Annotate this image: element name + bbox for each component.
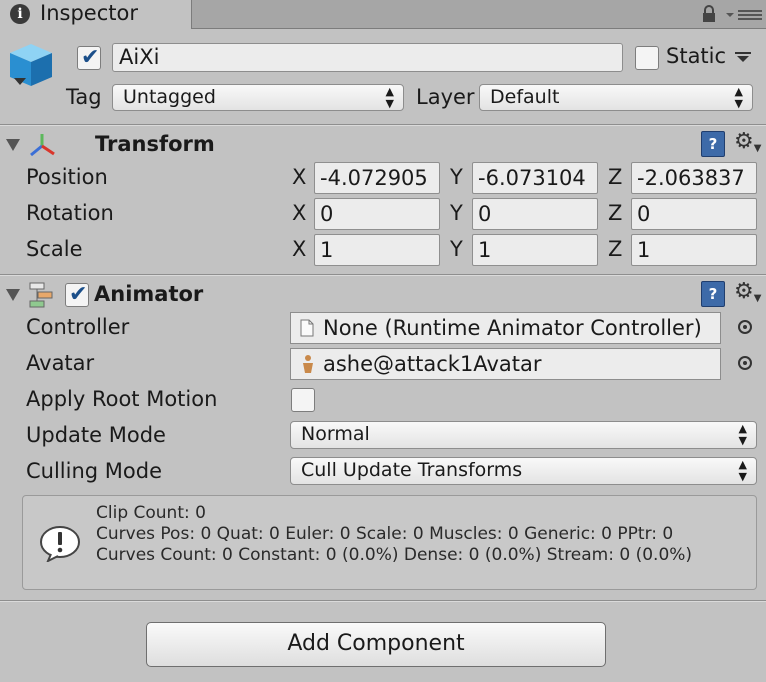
axis-z-label: Z bbox=[608, 201, 623, 225]
controller-value: None (Runtime Animator Controller) bbox=[323, 316, 702, 340]
position-z-field[interactable]: -2.063837 bbox=[631, 162, 757, 194]
layer-dropdown[interactable]: Default ▲ ▼ bbox=[479, 84, 753, 111]
animator-foldout-icon[interactable] bbox=[6, 288, 20, 302]
add-component-button[interactable]: Add Component bbox=[146, 622, 606, 667]
active-checkbox[interactable]: ✔ bbox=[77, 46, 101, 70]
axis-x-label: X bbox=[292, 165, 307, 189]
axis-y-label: Y bbox=[450, 165, 463, 189]
animator-info-box: Clip Count: 0 Curves Pos: 0 Quat: 0 Eule… bbox=[22, 495, 757, 590]
scale-y-field[interactable]: 1 bbox=[472, 234, 598, 266]
culling-mode-label: Culling Mode bbox=[26, 459, 163, 483]
axis-x-label: X bbox=[292, 237, 307, 261]
object-name-text: AiXi bbox=[119, 45, 160, 69]
animator-title: Animator bbox=[94, 282, 204, 306]
layer-value: Default bbox=[490, 86, 560, 108]
object-picker-icon[interactable] bbox=[738, 320, 752, 334]
position-y-field[interactable]: -6.073104 bbox=[472, 162, 598, 194]
transform-title: Transform bbox=[95, 132, 215, 156]
update-mode-value: Normal bbox=[301, 423, 370, 445]
axis-z-label: Z bbox=[608, 237, 623, 261]
scale-z-field[interactable]: 1 bbox=[631, 234, 757, 266]
gear-icon[interactable]: ⚙▼ bbox=[734, 129, 761, 154]
controller-field[interactable]: None (Runtime Animator Controller) bbox=[290, 312, 721, 344]
info-line: Clip Count: 0 bbox=[96, 503, 206, 523]
tag-dropdown[interactable]: Untagged ▲ ▼ bbox=[112, 84, 404, 111]
dropdown-arrows-icon: ▲ ▼ bbox=[385, 85, 394, 110]
rotation-z-field[interactable]: 0 bbox=[631, 198, 757, 230]
apply-root-motion-checkbox[interactable] bbox=[291, 388, 315, 412]
update-mode-label: Update Mode bbox=[26, 423, 166, 447]
object-name-input[interactable]: AiXi bbox=[112, 43, 623, 72]
tab-title: Inspector bbox=[40, 1, 138, 25]
object-picker-icon[interactable] bbox=[738, 356, 752, 370]
controller-label: Controller bbox=[26, 315, 130, 339]
avatar-icon bbox=[303, 355, 313, 373]
apply-root-motion-label: Apply Root Motion bbox=[26, 387, 218, 411]
rotation-label: Rotation bbox=[26, 201, 114, 225]
rotation-x-field[interactable]: 0 bbox=[314, 198, 440, 230]
gear-icon[interactable]: ⚙▼ bbox=[734, 279, 761, 304]
rotation-y-field[interactable]: 0 bbox=[472, 198, 598, 230]
avatar-field[interactable]: ashe@attack1Avatar bbox=[290, 348, 721, 380]
axis-y-label: Y bbox=[450, 201, 463, 225]
tag-label: Tag bbox=[66, 85, 102, 109]
transform-icon bbox=[30, 134, 55, 157]
position-x-field[interactable]: -4.072905 bbox=[314, 162, 440, 194]
divider bbox=[0, 601, 766, 602]
axis-y-label: Y bbox=[450, 237, 463, 261]
transform-foldout-icon[interactable] bbox=[6, 138, 20, 152]
help-icon[interactable]: ? bbox=[701, 281, 725, 307]
tab-menu-icon[interactable] bbox=[726, 5, 764, 23]
dropdown-arrows-icon: ▲ ▼ bbox=[734, 85, 743, 110]
axis-z-label: Z bbox=[608, 165, 623, 189]
warning-bubble-icon bbox=[40, 526, 80, 562]
static-label: Static bbox=[666, 44, 727, 68]
animator-enabled-checkbox[interactable]: ✔ bbox=[65, 283, 89, 307]
dropdown-arrows-icon: ▲ ▼ bbox=[738, 458, 747, 483]
layer-label: Layer bbox=[416, 85, 475, 109]
static-checkbox[interactable] bbox=[635, 46, 659, 70]
tag-value: Untagged bbox=[123, 86, 216, 108]
scale-label: Scale bbox=[26, 237, 83, 261]
position-label: Position bbox=[26, 165, 108, 189]
info-line: Curves Count: 0 Constant: 0 (0.0%) Dense… bbox=[96, 545, 693, 565]
update-mode-dropdown[interactable]: Normal ▲ ▼ bbox=[290, 421, 757, 449]
divider bbox=[0, 125, 766, 126]
scale-x-field[interactable]: 1 bbox=[314, 234, 440, 266]
culling-mode-dropdown[interactable]: Cull Update Transforms ▲ ▼ bbox=[290, 457, 757, 485]
icon-dropdown-arrow-icon[interactable] bbox=[14, 78, 26, 86]
help-icon[interactable]: ? bbox=[701, 131, 725, 157]
culling-mode-value: Cull Update Transforms bbox=[301, 459, 523, 481]
avatar-value: ashe@attack1Avatar bbox=[323, 352, 542, 376]
checkmark-icon: ✔ bbox=[69, 282, 88, 307]
tab-inspector[interactable]: i Inspector bbox=[0, 0, 192, 29]
axis-x-label: X bbox=[292, 201, 307, 225]
dropdown-arrows-icon: ▲ ▼ bbox=[738, 422, 747, 447]
divider bbox=[0, 275, 766, 276]
avatar-label: Avatar bbox=[26, 351, 95, 375]
animator-icon bbox=[29, 282, 53, 308]
info-icon: i bbox=[10, 4, 30, 24]
static-dropdown-arrow-icon[interactable] bbox=[735, 52, 751, 62]
lock-icon[interactable] bbox=[701, 5, 717, 23]
checkmark-icon: ✔ bbox=[81, 45, 100, 70]
document-icon bbox=[300, 319, 314, 337]
info-line: Curves Pos: 0 Quat: 0 Euler: 0 Scale: 0 … bbox=[96, 524, 674, 544]
